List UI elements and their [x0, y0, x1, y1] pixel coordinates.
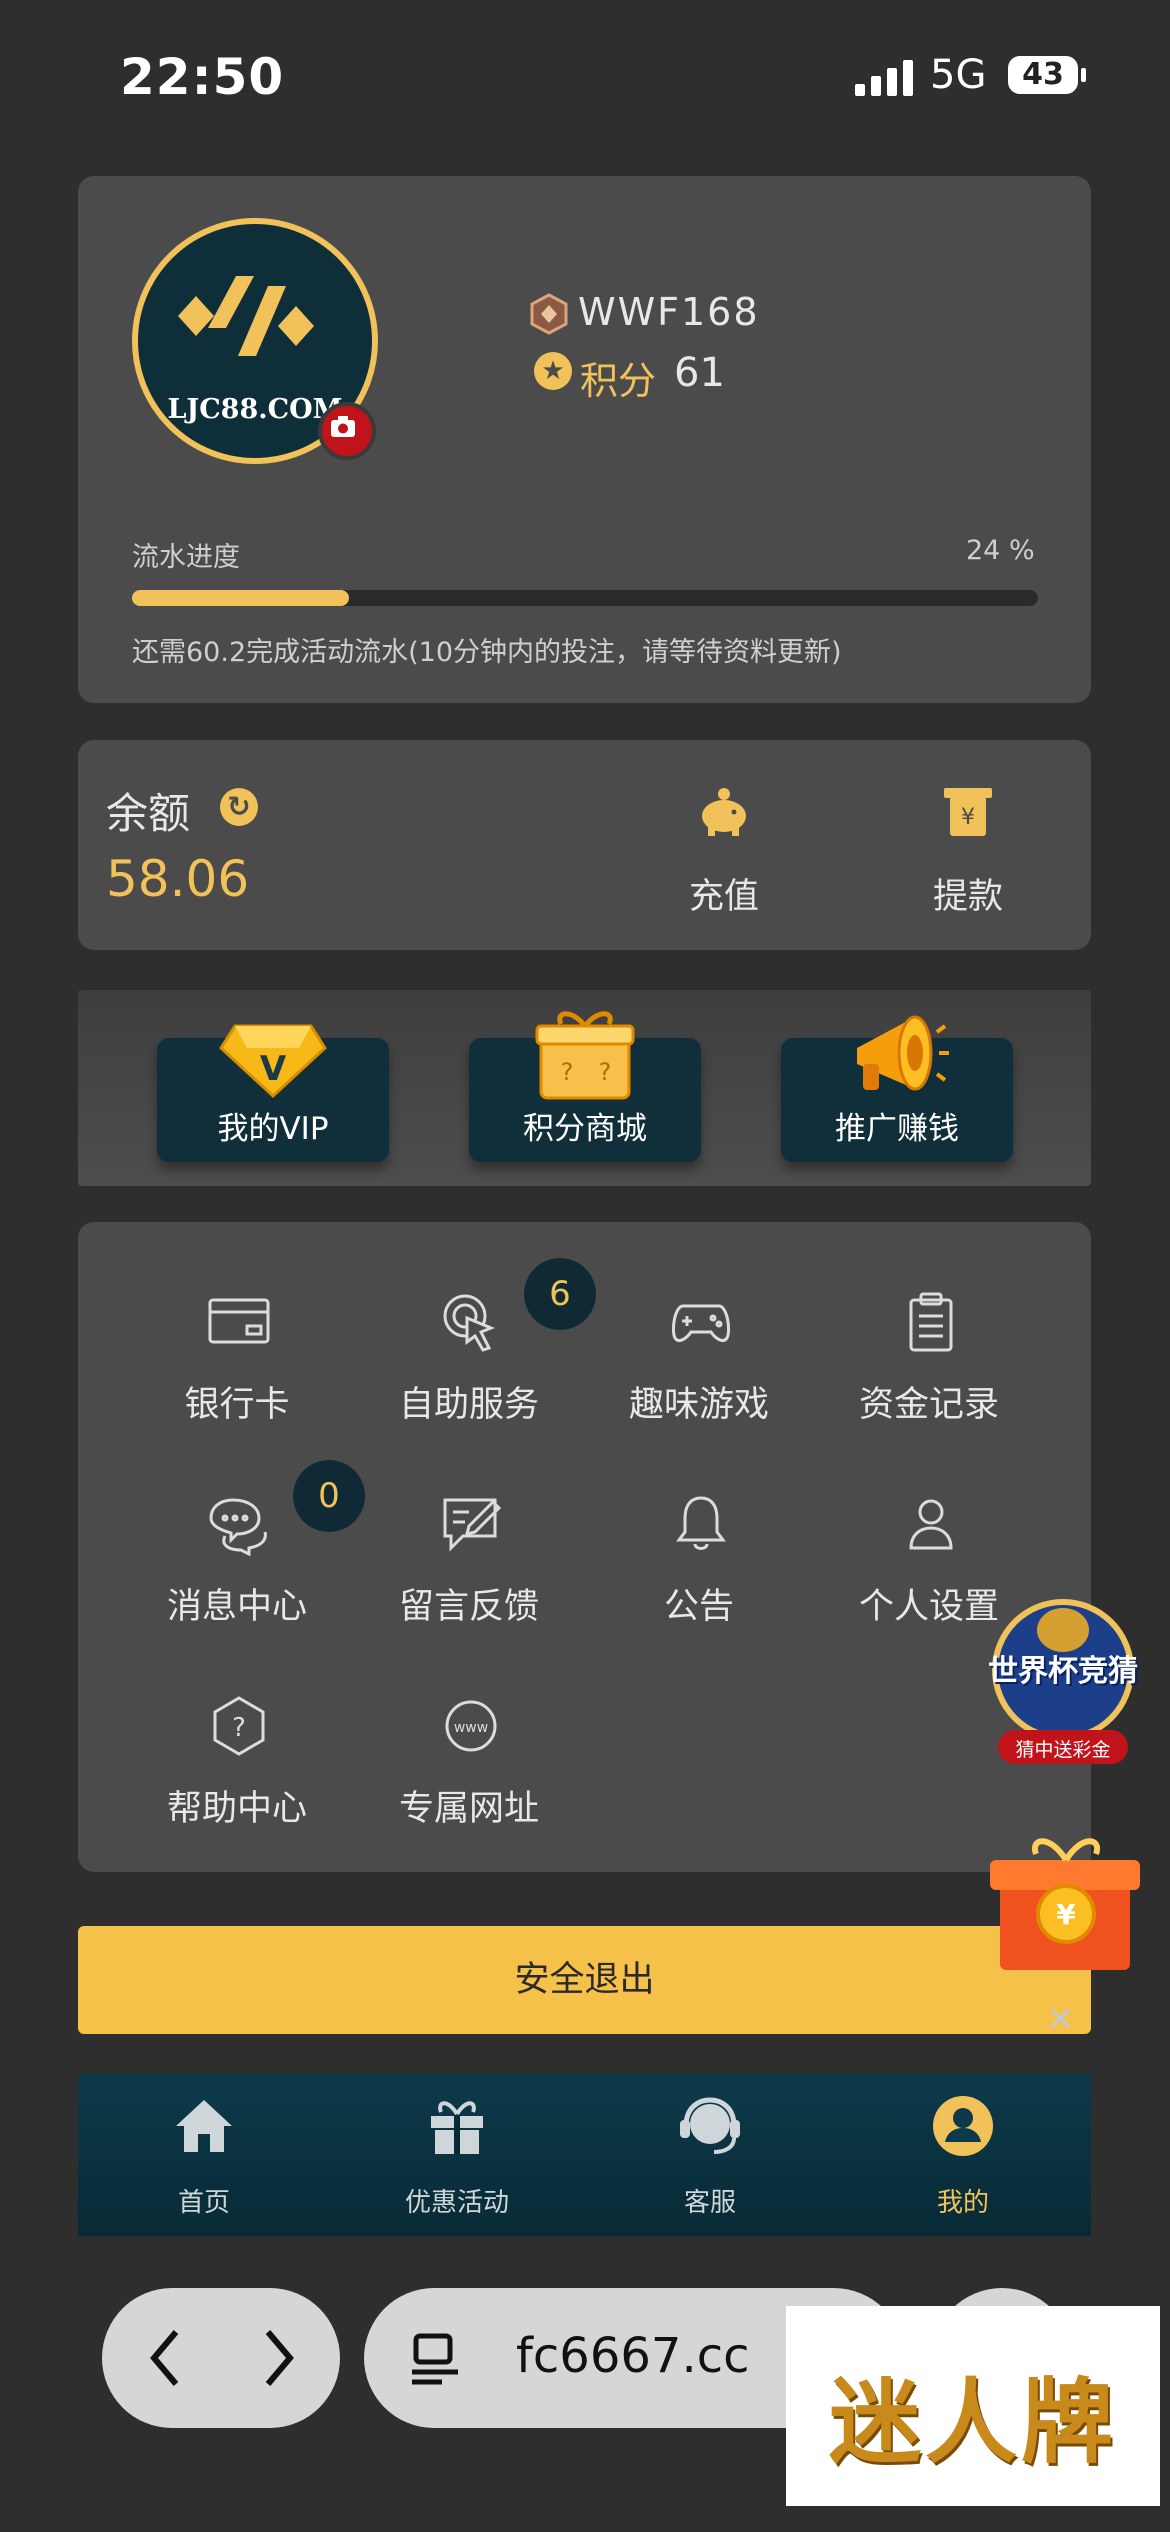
progress-label: 流水进度 — [132, 542, 240, 573]
points-label: 积分 — [580, 359, 657, 403]
tab-mine[interactable]: 我的 — [863, 2074, 1063, 2236]
svg-text:?: ? — [561, 1058, 574, 1086]
menu-label: 资金记录 — [858, 1385, 999, 1425]
tab-customer-service[interactable]: 客服 — [610, 2074, 810, 2236]
vip-diamond-icon: V — [219, 1024, 327, 1099]
vip-button[interactable]: V 我的VIP — [157, 1024, 389, 1162]
balance-label: 余额 — [106, 789, 191, 838]
gamepad-icon — [671, 1304, 731, 1342]
progress-note: 还需60.2完成活动流水(10分钟内的投注，请等待资料更新) — [132, 637, 842, 668]
vip-label: 我的VIP — [217, 1111, 329, 1147]
menu-item-games[interactable]: 趣味游戏 — [584, 1290, 814, 1440]
megaphone-icon — [857, 1015, 949, 1091]
chevron-left-icon — [150, 2330, 179, 2386]
close-icon[interactable]: ✕ — [1046, 2000, 1075, 2040]
home-icon — [176, 2100, 232, 2152]
page-menu-icon — [412, 2333, 458, 2385]
svg-text:¥: ¥ — [961, 805, 975, 830]
menu-item-fund-records[interactable]: 资金记录 — [814, 1290, 1044, 1440]
menu-item-help[interactable]: ? 帮助中心 — [122, 1694, 352, 1844]
menu-item-bank-card[interactable]: 银行卡 — [122, 1290, 352, 1440]
menu-label: 公告 — [663, 1587, 734, 1627]
svg-text:www: www — [454, 1720, 488, 1736]
tab-label: 优惠活动 — [404, 2188, 509, 2218]
deposit-button[interactable]: 充值 — [644, 780, 804, 917]
watermark: 迷人牌 — [786, 2306, 1160, 2506]
battery-icon: 43 — [1008, 56, 1086, 94]
username: WWF168 — [578, 290, 760, 334]
url-text: fc6667.cc — [516, 2328, 750, 2384]
headset-icon — [680, 2097, 740, 2154]
bank-card-icon — [208, 1298, 270, 1344]
logout-button[interactable]: 安全退出 — [78, 1926, 1091, 2034]
watermark-text: 迷人牌 — [828, 2368, 1117, 2476]
withdraw-button[interactable]: ¥ 提款 — [888, 780, 1048, 917]
balance-value: 58.06 — [106, 850, 250, 908]
rank-badge-icon — [530, 293, 568, 335]
svg-text:?: ? — [232, 1713, 246, 1743]
clipboard-icon — [909, 1292, 953, 1352]
help-icon: ? — [213, 1696, 265, 1756]
menu-item-exclusive-url[interactable]: www 专属网址 — [354, 1694, 584, 1844]
bell-icon — [676, 1496, 726, 1550]
network-type: 5G — [930, 52, 987, 98]
referral-button[interactable]: 推广赚钱 — [781, 1015, 1013, 1162]
user-icon — [909, 1499, 953, 1550]
www-icon: www — [445, 1700, 497, 1752]
signal-icon — [855, 58, 915, 96]
menu-label: 帮助中心 — [166, 1789, 307, 1829]
deposit-label: 充值 — [688, 877, 759, 917]
points-mall-label: 积分商城 — [523, 1111, 647, 1147]
forward-button[interactable] — [242, 2318, 312, 2398]
status-time: 22:50 — [120, 48, 285, 106]
touch-icon — [443, 1294, 495, 1352]
gift-icon — [431, 2101, 483, 2154]
svg-text:¥: ¥ — [1056, 1898, 1076, 1931]
worldcup-subtitle: 猜中送彩金 — [1015, 1739, 1111, 1761]
tab-home[interactable]: 首页 — [104, 2074, 304, 2236]
logo-icon — [178, 276, 314, 356]
menu-label: 银行卡 — [184, 1385, 290, 1425]
menu-item-feedback[interactable]: 留言反馈 — [354, 1492, 584, 1642]
tab-promotions[interactable]: 优惠活动 — [357, 2074, 557, 2236]
tab-label: 首页 — [177, 2188, 230, 2218]
menu-label: 趣味游戏 — [628, 1385, 769, 1425]
worldcup-promo[interactable]: 世界杯竞猜 猜中送彩金 — [968, 1590, 1158, 1770]
star-icon: ★ — [534, 352, 572, 390]
points-value: 61 — [674, 350, 725, 396]
progress-bar — [132, 590, 1038, 606]
menu-label: 自助服务 — [398, 1385, 539, 1425]
svg-text:V: V — [260, 1049, 287, 1089]
feedback-icon — [443, 1498, 502, 1552]
tab-label: 客服 — [683, 2188, 736, 2218]
menu-label: 留言反馈 — [398, 1587, 539, 1627]
chat-icon — [209, 1498, 267, 1556]
camera-icon[interactable] — [318, 402, 376, 460]
tab-label: 我的 — [936, 2188, 989, 2218]
menu-item-announcements[interactable]: 公告 — [584, 1492, 814, 1642]
menu-label: 消息中心 — [166, 1587, 307, 1627]
tab-bar: 首页 优惠活动 客服 我的 — [78, 2074, 1091, 2236]
menu-label: 专属网址 — [398, 1789, 539, 1829]
referral-label: 推广赚钱 — [835, 1111, 959, 1147]
chevron-right-icon — [265, 2330, 294, 2386]
withdraw-label: 提款 — [932, 877, 1003, 917]
piggy-bank-icon — [702, 788, 746, 836]
points-mall-button[interactable]: ? ? 积分商城 — [469, 1011, 701, 1162]
worldcup-title: 世界杯竞猜 — [988, 1654, 1138, 1689]
red-envelope-gift-icon[interactable]: ¥ — [980, 1820, 1152, 1980]
withdraw-icon: ¥ — [944, 788, 992, 836]
gift-box-icon: ? ? — [535, 1011, 635, 1100]
browser-nav — [102, 2288, 340, 2428]
profile-icon — [933, 2096, 993, 2156]
progress-percent: 24 % — [966, 535, 1035, 566]
svg-text:?: ? — [599, 1058, 612, 1086]
progress-bar-fill — [132, 590, 350, 606]
back-button[interactable] — [132, 2318, 202, 2398]
refresh-icon[interactable]: ↻ — [220, 788, 258, 826]
